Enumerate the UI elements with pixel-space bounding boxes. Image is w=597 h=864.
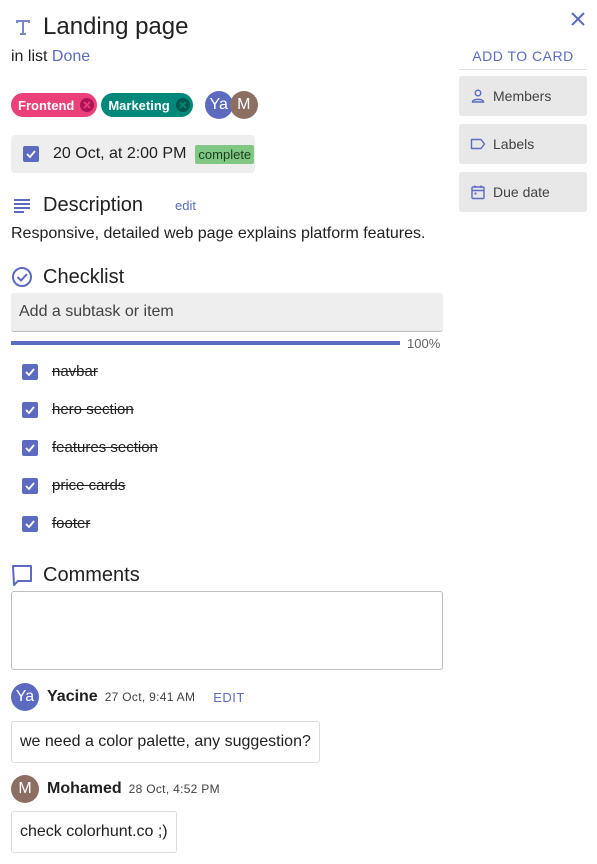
checklist-item-checkbox[interactable]: [22, 515, 38, 532]
member-avatars: Ya M: [204, 91, 258, 119]
checklist-item-checkbox[interactable]: [22, 477, 38, 494]
remove-label-icon[interactable]: [175, 98, 190, 112]
comment-input[interactable]: [11, 591, 443, 670]
card-title[interactable]: Landing page: [43, 13, 188, 41]
checklist-progress-bar: [11, 341, 400, 345]
members-button-label: Members: [493, 88, 552, 104]
checklist-item[interactable]: footer: [22, 515, 90, 532]
checklist-heading: Checklist: [43, 266, 125, 288]
text-title-icon: [16, 20, 30, 35]
comment-body: check colorhunt.co ;): [11, 811, 177, 853]
calendar-icon: [471, 185, 485, 200]
checklist-item[interactable]: hero section: [22, 401, 134, 418]
checkmark-icon: [25, 443, 35, 452]
comment-timestamp: 28 Oct, 4:52 PM: [128, 782, 220, 796]
checklist-item-text: footer: [52, 515, 91, 532]
checklist-item-text: features section: [52, 439, 158, 456]
due-date-text[interactable]: 20 Oct, at 2:00 PM: [53, 145, 186, 163]
description-edit-link[interactable]: edit: [175, 198, 196, 213]
comment-timestamp: 27 Oct, 9:41 AM: [104, 690, 196, 704]
due-complete-checkbox[interactable]: [23, 146, 39, 162]
add-checklist-item-input[interactable]: [11, 293, 443, 332]
remove-label-icon[interactable]: [80, 98, 95, 112]
label-chip-text: Frontend: [18, 97, 75, 113]
label-chip-text: Marketing: [108, 97, 170, 113]
list-info: in list Done: [11, 48, 90, 66]
comment-body: we need a color palette, any suggestion?: [11, 721, 320, 763]
checklist-item-text: price cards: [52, 477, 126, 494]
checklist-icon: [12, 267, 32, 287]
label-chip-frontend[interactable]: Frontend: [11, 93, 98, 117]
checklist-item[interactable]: navbar: [22, 363, 98, 380]
due-date-button-label: Due date: [493, 184, 550, 200]
label-chip-marketing[interactable]: Marketing: [101, 93, 193, 117]
avatar[interactable]: Ya: [11, 683, 39, 711]
comment-author: Yacine: [47, 688, 98, 705]
checklist-item-text: navbar: [52, 363, 98, 380]
list-name-link[interactable]: Done: [52, 48, 90, 65]
status-badge: complete: [195, 144, 255, 164]
in-list-prefix: in list: [11, 48, 48, 65]
labels-button[interactable]: Labels: [459, 124, 587, 164]
checkmark-icon: [25, 519, 35, 528]
checklist-item-checkbox[interactable]: [22, 401, 38, 418]
comment-author: Mohamed: [47, 780, 122, 797]
labels-button-label: Labels: [493, 136, 535, 152]
checklist-item-checkbox[interactable]: [22, 363, 38, 380]
checklist-item[interactable]: price cards: [22, 477, 125, 494]
description-icon: [14, 199, 30, 213]
checkmark-icon: [26, 150, 36, 159]
due-date-box: 20 Oct, at 2:00 PM complete: [11, 135, 255, 173]
checkmark-icon: [25, 481, 35, 490]
add-to-card-heading: ADD TO CARD: [459, 40, 587, 70]
checklist-progress-fill: [11, 341, 400, 345]
comment-edit-button[interactable]: EDIT: [213, 690, 245, 705]
close-icon[interactable]: [568, 9, 588, 29]
comment-icon: [12, 565, 32, 586]
description-heading: Description: [43, 194, 144, 216]
checklist-progress-label: 100%: [407, 336, 441, 351]
comment-header: M Mohamed 28 Oct, 4:52 PM: [11, 775, 220, 803]
checkmark-icon: [25, 405, 35, 414]
due-date-button[interactable]: Due date: [459, 172, 587, 212]
description-text: Responsive, detailed web page explains p…: [11, 225, 426, 242]
checkmark-icon: [25, 367, 35, 376]
comment-header: Ya Yacine 27 Oct, 9:41 AM EDIT: [11, 683, 245, 711]
avatar[interactable]: M: [11, 775, 39, 803]
avatar[interactable]: M: [229, 91, 258, 119]
label-icon: [470, 138, 486, 150]
comments-heading: Comments: [43, 564, 140, 586]
avatar[interactable]: Ya: [204, 91, 233, 119]
checklist-item-checkbox[interactable]: [22, 439, 38, 456]
checklist-item-text: hero section: [52, 401, 134, 418]
checklist-item[interactable]: features section: [22, 439, 158, 456]
person-icon: [471, 89, 485, 103]
labels-row: Frontend Marketing Ya M: [11, 91, 258, 119]
members-button[interactable]: Members: [459, 76, 587, 116]
